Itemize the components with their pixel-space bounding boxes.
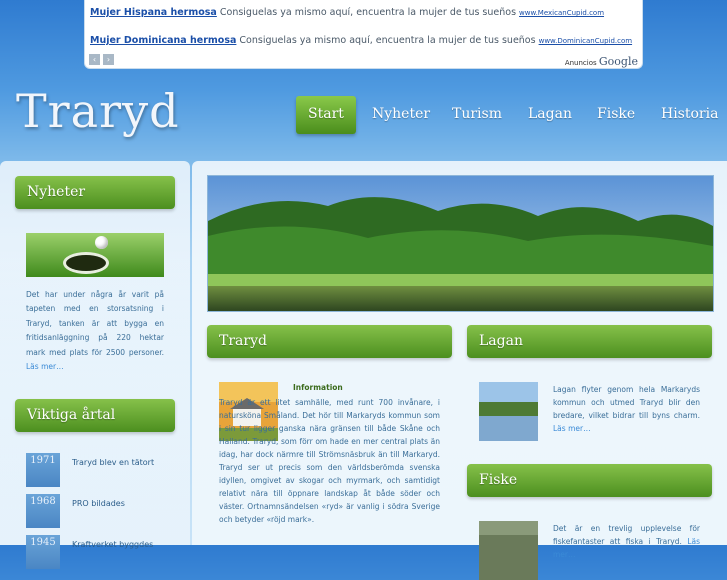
traryd-text: Traryd är ett litet samhälle, med runt 7… <box>219 398 440 524</box>
nav-lagan[interactable]: Lagan <box>516 96 584 132</box>
news-body: Det har under några år varit på tapeten … <box>26 290 164 357</box>
news-read-more-link[interactable]: Läs mer… <box>26 362 64 371</box>
years-heading: Viktiga årtal <box>15 399 175 432</box>
lagan-text: Lagan flyter genom hela Markaryds kommun… <box>553 385 700 420</box>
lagan-text-block: Lagan flyter genom hela Markaryds kommun… <box>553 383 700 435</box>
nav-nyheter[interactable]: Nyheter <box>360 96 442 132</box>
fiske-text-block: Det är en trevlig upplevelse för fiskefa… <box>553 522 700 561</box>
golf-hole <box>66 255 106 271</box>
google-logo: Google <box>598 55 638 68</box>
year-text: PRO bildades <box>72 499 125 508</box>
ad-item[interactable]: Mujer Hispana hermosa Consiguelas ya mis… <box>90 7 604 18</box>
river-scene <box>479 382 538 441</box>
hero-lake-image <box>207 175 714 312</box>
ad-item[interactable]: Mujer Dominicana hermosa Consiguelas ya … <box>90 35 632 46</box>
nav-start[interactable]: Start <box>296 96 356 134</box>
fiske-heading: Fiske <box>467 464 712 497</box>
ad-text: Consiguelas ya mismo aquí, encuentra la … <box>236 35 539 46</box>
lagan-read-more-link[interactable]: Läs mer… <box>553 424 591 433</box>
ads-by-google[interactable]: Anuncios Google <box>565 55 638 68</box>
ads-label: Anuncios <box>564 59 597 67</box>
nav-turism[interactable]: Turism <box>440 96 514 132</box>
ad-text: Consiguelas ya mismo aquí, encuentra la … <box>216 7 520 18</box>
traryd-heading: Traryd <box>207 325 452 358</box>
ad-url[interactable]: www.MexicanCupid.com <box>519 9 604 17</box>
nav-historia[interactable]: Historia <box>649 96 727 132</box>
hero-scene <box>208 176 713 311</box>
traryd-text-block: Traryd är ett litet samhälle, med runt 7… <box>219 396 440 526</box>
year-badge: 1968 <box>26 494 60 528</box>
ad-title[interactable]: Mujer Hispana hermosa <box>90 7 217 18</box>
ad-title[interactable]: Mujer Dominicana hermosa <box>90 35 236 46</box>
lagan-heading: Lagan <box>467 325 712 358</box>
news-text: Det har under några år varit på tapeten … <box>26 288 164 374</box>
year-badge: 1945 <box>26 535 60 569</box>
ad-next-button[interactable]: › <box>103 54 114 65</box>
fishing-image <box>479 521 538 580</box>
site-logo[interactable]: Traryd <box>16 84 180 138</box>
ad-banner: Mujer Hispana hermosa Consiguelas ya mis… <box>84 0 643 69</box>
golf-ball <box>95 236 108 249</box>
info-label: Information <box>293 383 343 392</box>
year-badge: 1971 <box>26 453 60 487</box>
ad-prev-button[interactable]: ‹ <box>89 54 100 65</box>
fishing-scene <box>479 521 538 580</box>
nav-fiske[interactable]: Fiske <box>585 96 647 132</box>
year-text: Traryd blev en tätort <box>72 458 155 467</box>
news-heading: Nyheter <box>15 176 175 209</box>
ad-url[interactable]: www.DominicanCupid.com <box>539 37 632 45</box>
fiske-text: Det är en trevlig upplevelse för fiskefa… <box>553 524 700 546</box>
golf-image <box>26 233 164 277</box>
river-image <box>479 382 538 441</box>
